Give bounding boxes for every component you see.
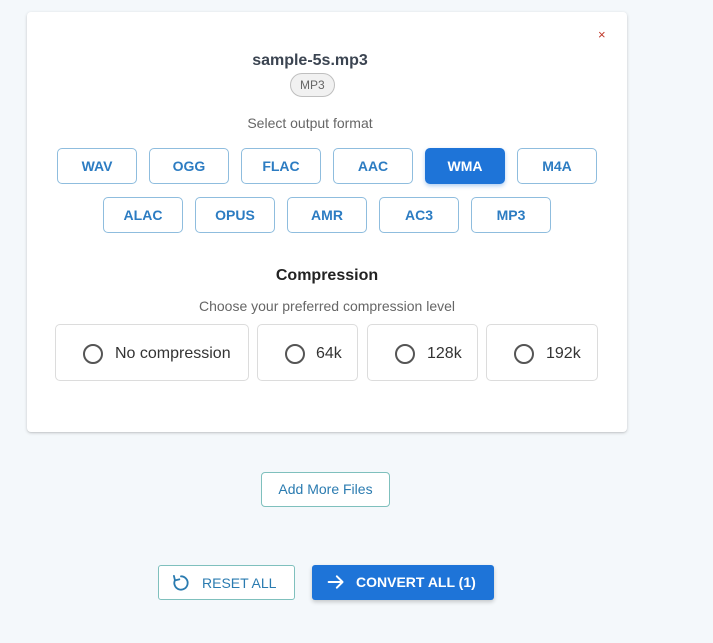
file-name: sample-5s.mp3 [252,52,368,69]
compression-option-none[interactable]: No compression [55,324,249,381]
compression-option-label: 64k [316,345,342,362]
compression-subtitle: Choose your preferred compression level [198,298,455,314]
close-icon[interactable]: × [598,28,606,42]
convert-all-label: CONVERT ALL (1) [356,574,476,590]
add-more-files-button[interactable]: Add More Files [261,472,390,507]
compression-option-192k[interactable]: 192k [486,324,598,381]
file-format-badge: MP3 [290,73,335,97]
compression-title: Compression [275,267,379,284]
compression-option-128k[interactable]: 128k [367,324,478,381]
file-card: × sample-5s.mp3 MP3 Select output format… [27,12,627,432]
reset-all-label: RESET ALL [202,575,277,591]
format-button-mp3[interactable]: MP3 [471,197,551,233]
format-button-wma[interactable]: WMA [425,148,505,184]
radio-unchecked-icon[interactable] [514,344,534,364]
format-button-aac[interactable]: AAC [333,148,413,184]
reset-all-button[interactable]: RESET ALL [158,565,295,600]
compression-option-label: 128k [427,345,462,362]
format-button-alac[interactable]: ALAC [103,197,183,233]
format-button-wav[interactable]: WAV [57,148,137,184]
format-button-flac[interactable]: FLAC [241,148,321,184]
compression-option-64k[interactable]: 64k [257,324,358,381]
format-label: Select output format [247,115,373,131]
radio-unchecked-icon[interactable] [285,344,305,364]
format-button-amr[interactable]: AMR [287,197,367,233]
format-button-ogg[interactable]: OGG [149,148,229,184]
radio-unchecked-icon[interactable] [395,344,415,364]
arrow-right-icon [327,575,344,589]
compression-option-label: No compression [115,345,231,362]
format-button-ac3[interactable]: AC3 [379,197,459,233]
compression-option-label: 192k [546,345,581,362]
format-button-opus[interactable]: OPUS [195,197,275,233]
radio-unchecked-icon[interactable] [83,344,103,364]
reset-icon [173,575,189,591]
convert-all-button[interactable]: CONVERT ALL (1) [312,565,494,600]
format-button-m4a[interactable]: M4A [517,148,597,184]
